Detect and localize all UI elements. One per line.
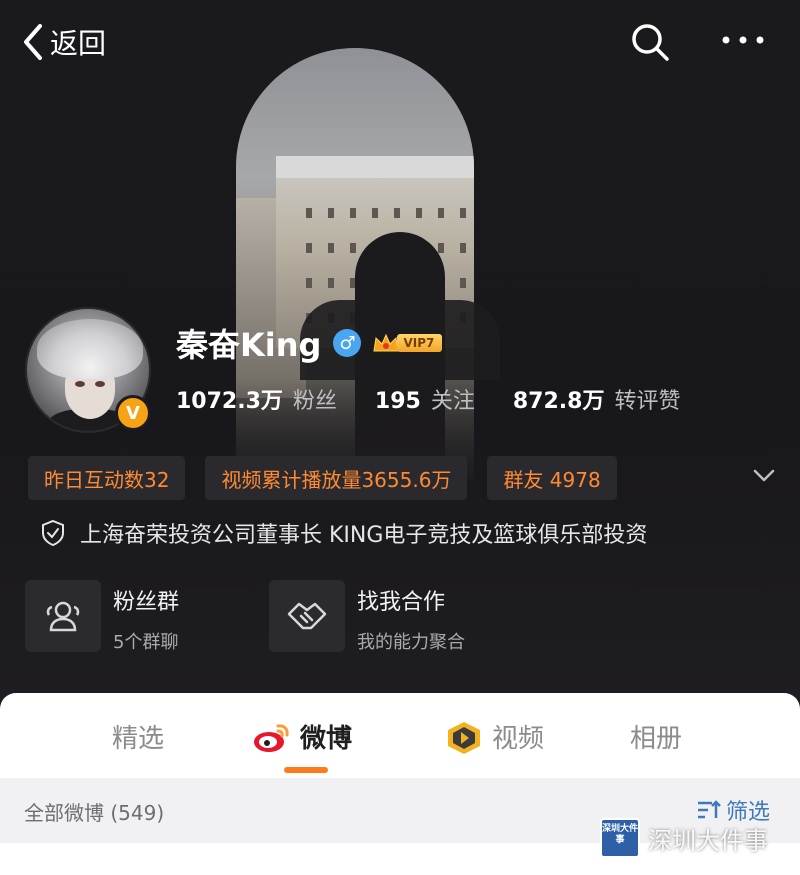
fans-group-subtitle: 5个群聊 [113, 632, 179, 653]
chip-group-members[interactable]: 群友 4978 [487, 456, 617, 500]
cooperation-subtitle: 我的能力聚合 [357, 632, 466, 653]
content-panel: 精选 微博 视频 相册 全部微博 (549) 筛选 深圳大件事 深圳大件事 [0, 693, 800, 875]
active-tab-indicator [284, 767, 328, 773]
weibo-logo-icon [254, 723, 289, 752]
stat-chips: 昨日互动数32 视频累计播放量3655.6万 群友 4978 [28, 456, 637, 500]
watermark: 深圳大件事 深圳大件事 [600, 818, 768, 858]
fans-group-icon [46, 601, 80, 632]
watermark-logo: 深圳大件事 [600, 818, 640, 858]
fans-group-card[interactable]: 粉丝群 5个群聊 [25, 580, 179, 654]
search-icon[interactable] [630, 22, 670, 62]
chevron-down-icon[interactable] [752, 465, 776, 485]
video-play-icon [448, 721, 480, 754]
vip-badge[interactable]: VIP7 [371, 331, 443, 355]
top-bar: 返回 [0, 0, 800, 85]
cooperation-title: 找我合作 [357, 590, 446, 615]
stat-fans[interactable]: 1072.3万 粉丝 [176, 383, 337, 415]
vip-level: VIP7 [397, 334, 443, 352]
stat-following[interactable]: 195 关注 [375, 383, 475, 415]
profile-tabs: 精选 微博 视频 相册 [0, 693, 800, 778]
chip-daily-interactions[interactable]: 昨日互动数32 [28, 456, 186, 500]
more-icon[interactable] [720, 30, 766, 50]
watermark-text: 深圳大件事 [648, 826, 768, 855]
gender-male-icon: ♂ [333, 329, 362, 357]
handshake-icon [287, 602, 327, 630]
profile-name: 秦奋King [176, 326, 322, 364]
back-button[interactable]: 返回 [22, 22, 106, 62]
all-posts-count: 全部微博 (549) [24, 801, 165, 825]
chevron-left-icon [24, 24, 42, 60]
shield-check-icon [42, 519, 64, 547]
stat-reposts-comments-likes[interactable]: 872.8万 转评赞 [513, 383, 681, 415]
tab-weibo[interactable]: 微博 [252, 718, 352, 755]
bio-text: 上海奋荣投资公司董事长 KING电子竞技及篮球俱乐部投资 [80, 523, 648, 548]
cooperation-card[interactable]: 找我合作 我的能力聚合 [269, 580, 465, 654]
verified-badge-icon: V [115, 395, 151, 431]
profile-name-row: 秦奋King ♂ VIP7 [176, 320, 443, 366]
tab-album[interactable]: 相册 [630, 718, 682, 755]
tab-video[interactable]: 视频 [444, 718, 544, 755]
bio: 上海奋荣投资公司董事长 KING电子竞技及篮球俱乐部投资 [40, 517, 647, 549]
profile-stats: 1072.3万 粉丝 195 关注 872.8万 转评赞 [176, 383, 718, 415]
chip-video-plays[interactable]: 视频累计播放量3655.6万 [205, 456, 468, 500]
fans-group-title: 粉丝群 [113, 590, 180, 615]
tab-featured[interactable]: 精选 [112, 718, 164, 755]
back-label: 返回 [50, 27, 107, 60]
service-cards: 粉丝群 5个群聊 找我合作 我的能力聚合 [25, 580, 555, 654]
